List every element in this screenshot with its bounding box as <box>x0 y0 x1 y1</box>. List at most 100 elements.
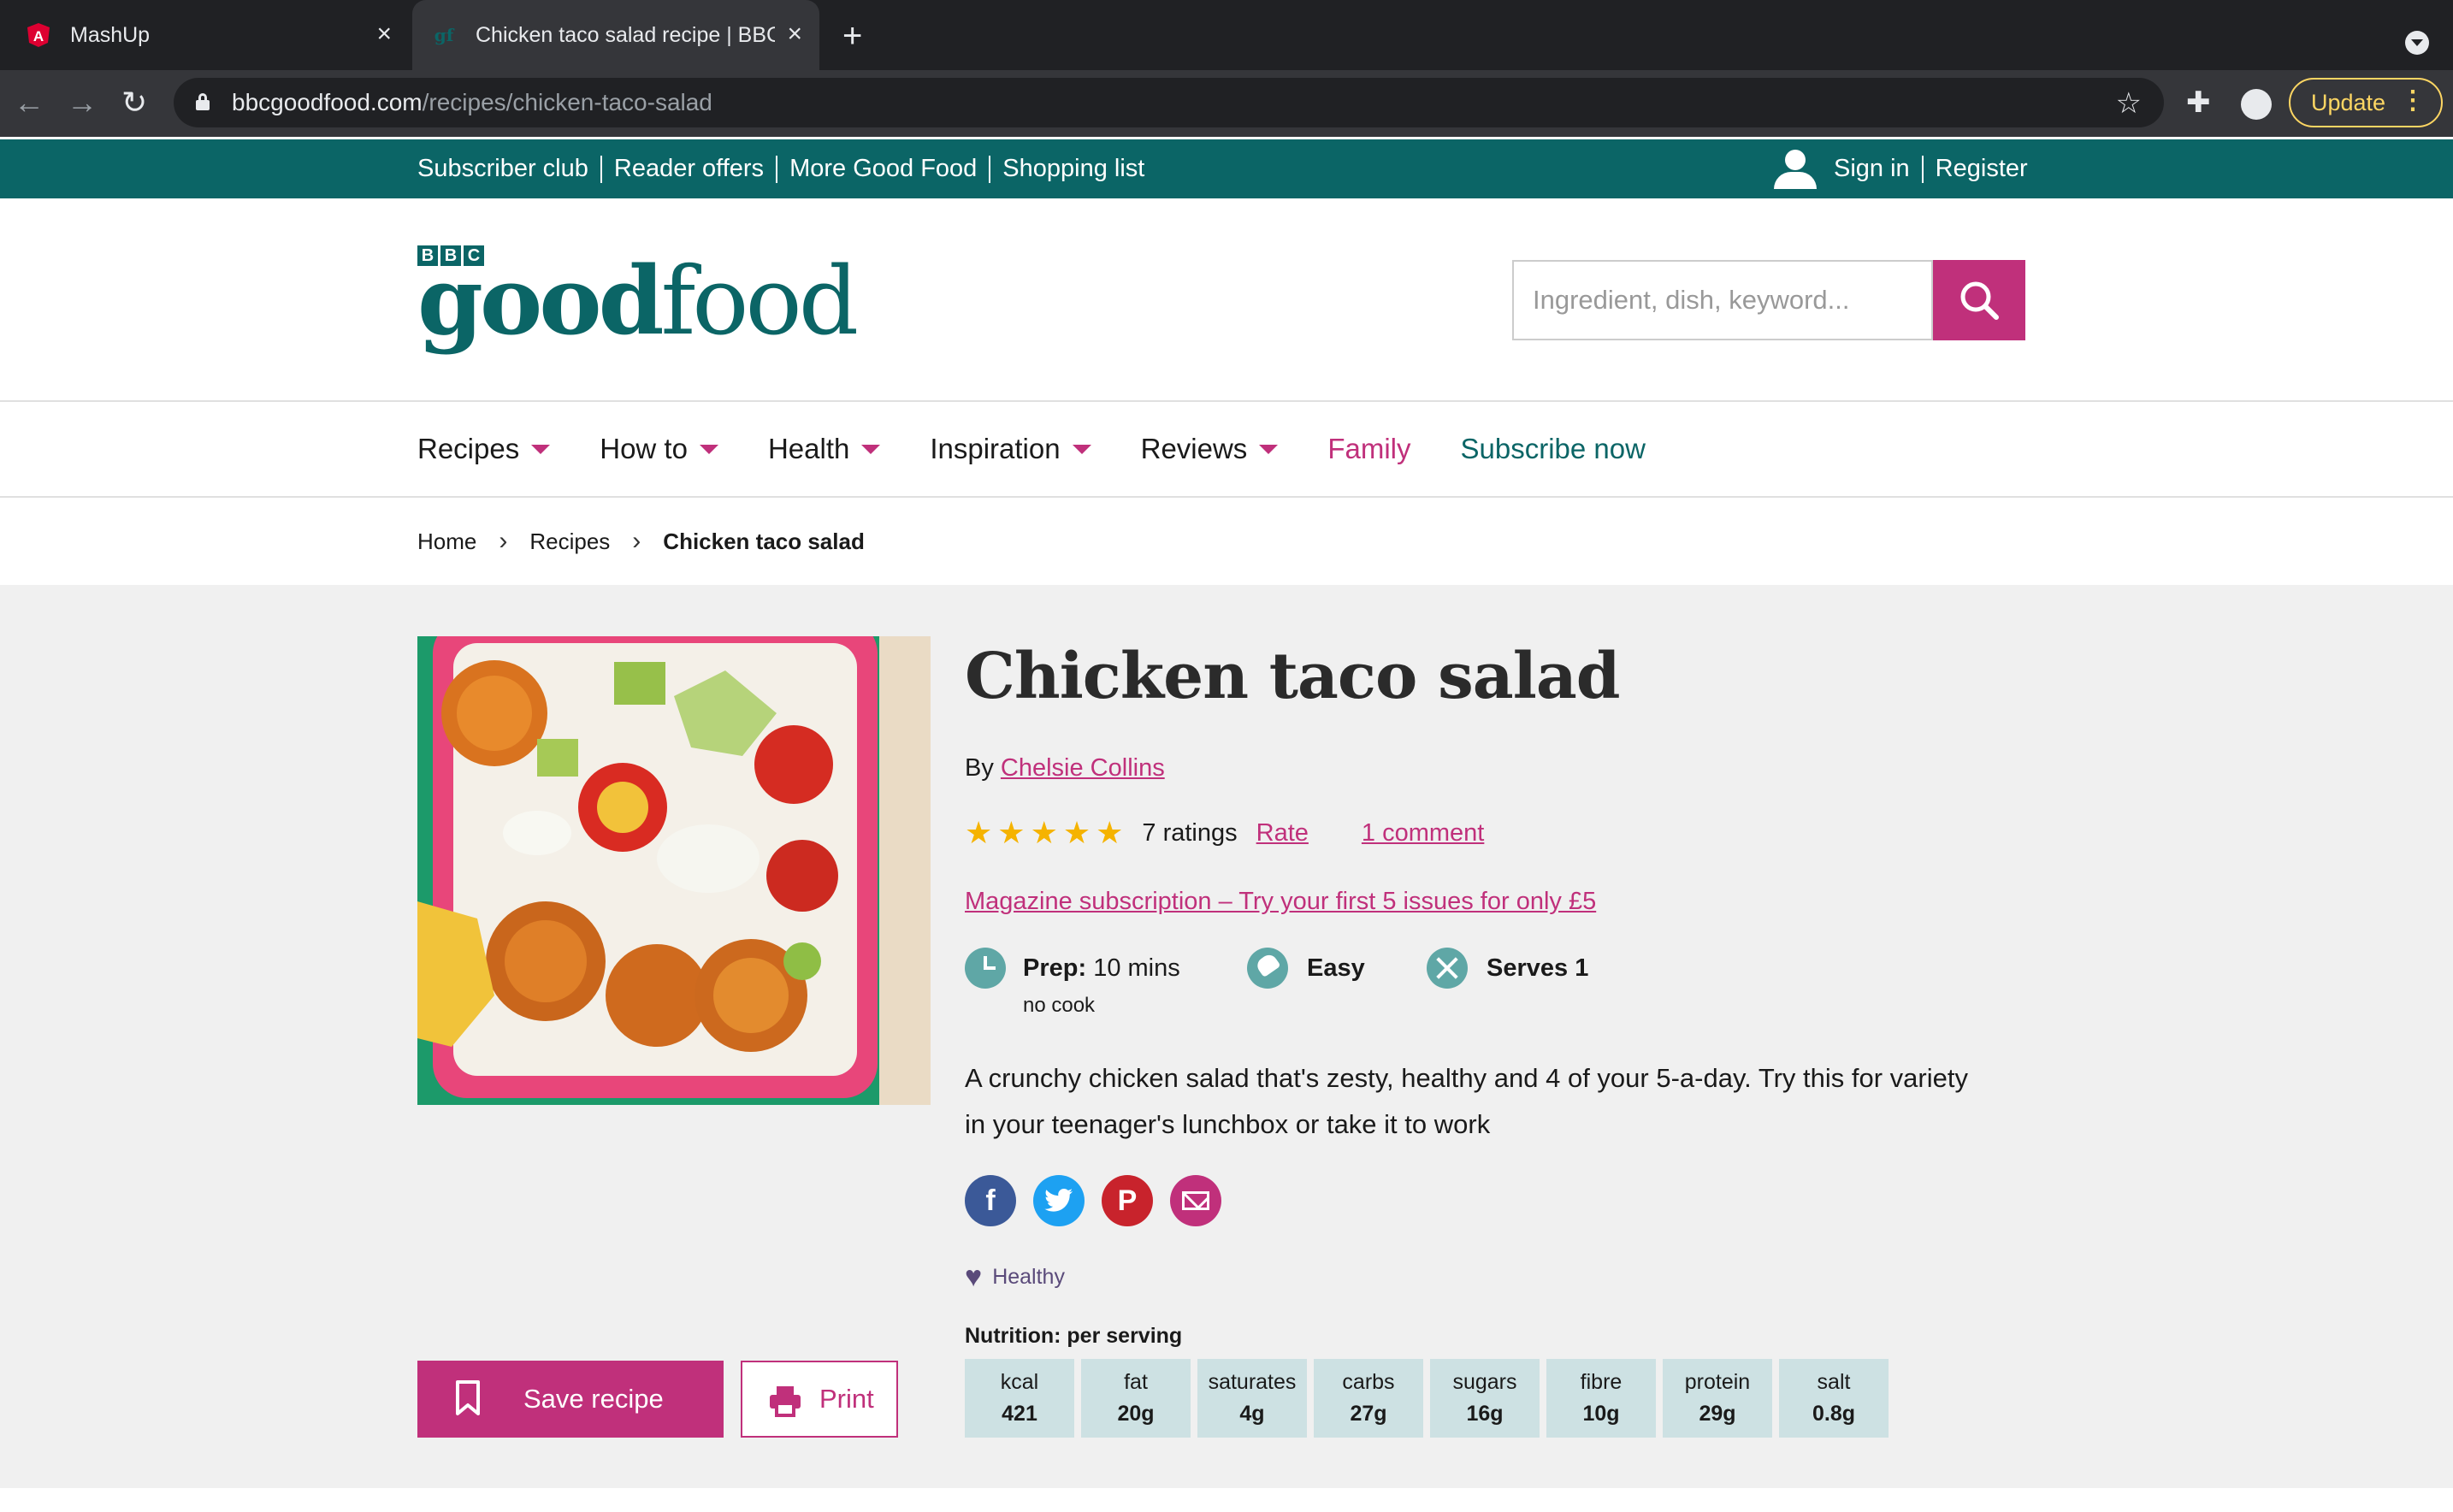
main-navigation: Recipes How to Health Inspiration Review… <box>0 402 2453 498</box>
nav-item-recipes[interactable]: Recipes <box>417 433 551 465</box>
tab-title: MashUp <box>70 22 151 47</box>
star-icon[interactable]: ★ <box>1063 818 1091 848</box>
star-icon[interactable]: ★ <box>965 818 992 848</box>
caret-down-icon <box>861 444 881 454</box>
profile-avatar-icon[interactable] <box>2241 89 2272 120</box>
update-button[interactable]: Update ⋮ <box>2289 78 2443 127</box>
nutrition-cell-carbs: carbs 27g <box>1314 1359 1423 1438</box>
serves: Serves 1 <box>1487 954 1588 983</box>
save-recipe-label: Save recipe <box>523 1384 664 1414</box>
rate-link[interactable]: Rate <box>1256 819 1309 848</box>
browser-tab-goodfood[interactable]: gf Chicken taco salad recipe | BBC × <box>412 0 819 70</box>
prep-note: no cook <box>1023 994 1096 1017</box>
reload-icon[interactable]: ↻ <box>121 84 147 121</box>
search-input[interactable]: Ingredient, dish, keyword... <box>1512 260 1933 340</box>
new-tab-plus-icon[interactable]: + <box>842 19 862 53</box>
angular-icon: A <box>26 22 51 48</box>
author-link[interactable]: Chelsie Collins <box>1001 754 1165 782</box>
magazine-subscription-link[interactable]: Magazine subscription – Try your first 5… <box>965 888 1596 916</box>
facebook-icon[interactable]: f <box>965 1175 1016 1226</box>
bbc-goodfood-logo[interactable]: B B C goodfood <box>417 245 859 348</box>
breadcrumb-home[interactable]: Home <box>417 529 476 555</box>
chevron-right-icon: › <box>632 527 641 555</box>
email-icon[interactable] <box>1170 1175 1221 1226</box>
nav-item-how-to[interactable]: How to <box>600 433 718 465</box>
tab-search-icon[interactable] <box>2405 31 2429 55</box>
nutrition-value: 16g <box>1466 1402 1504 1426</box>
nav-label: Reviews <box>1140 433 1248 464</box>
recipe-title: Chicken taco salad <box>965 640 1621 713</box>
healthy-tag[interactable]: ♥ Healthy <box>965 1262 1065 1291</box>
nutrition-cell-fibre: fibre 10g <box>1546 1359 1656 1438</box>
close-icon[interactable]: × <box>376 21 392 47</box>
register-link[interactable]: Register <box>1936 155 2028 183</box>
bookmark-icon <box>456 1380 480 1415</box>
star-icon[interactable]: ★ <box>997 818 1025 848</box>
recipe-hero-image <box>417 636 931 1105</box>
address-bar[interactable]: bbcgoodfood.com/recipes/chicken-taco-sal… <box>174 78 2164 127</box>
goodfood-icon: gf <box>434 25 454 45</box>
topbar-link-subscriber-club[interactable]: Subscriber club <box>417 155 588 183</box>
recipe-details: Chicken taco salad By Chelsie Collins ★ … <box>965 585 2060 1512</box>
recipe-description: A crunchy chicken salad that's zesty, he… <box>965 1063 1968 1139</box>
pinterest-icon[interactable]: P <box>1102 1175 1153 1226</box>
print-button[interactable]: Print <box>741 1361 898 1438</box>
nutrition-label: fibre <box>1580 1370 1623 1394</box>
caret-down-icon <box>531 444 551 454</box>
browser-tab-strip: A MashUp × gf Chicken taco salad recipe … <box>0 0 2453 70</box>
nutrition-label: fat <box>1124 1370 1148 1394</box>
nav-item-subscribe-now[interactable]: Subscribe now <box>1460 433 1645 465</box>
update-label: Update <box>2311 89 2386 115</box>
nav-item-reviews[interactable]: Reviews <box>1141 433 1279 465</box>
user-icon[interactable] <box>1774 149 1817 189</box>
nutrition-label: salt <box>1817 1370 1851 1394</box>
prep-value: 10 mins <box>1093 954 1180 982</box>
close-icon[interactable]: × <box>787 21 802 47</box>
search-button[interactable] <box>1933 260 2025 340</box>
nav-item-inspiration[interactable]: Inspiration <box>930 433 1091 465</box>
breadcrumb-recipes[interactable]: Recipes <box>529 529 610 555</box>
search-icon <box>1960 281 1999 320</box>
back-arrow-icon[interactable]: ← <box>14 84 44 121</box>
logo-wordmark: goodfood <box>417 254 859 349</box>
nutrition-cell-salt: salt 0.8g <box>1779 1359 1889 1438</box>
browser-tab-mashup[interactable]: A MashUp × <box>0 0 409 70</box>
recipe-meta: Prep: 10 mins no cook Easy Serves 1 <box>965 948 1735 1025</box>
nav-item-health[interactable]: Health <box>767 433 881 465</box>
nav-label: How to <box>600 433 688 464</box>
ratings-count: 7 ratings <box>1142 818 1238 847</box>
serves-value: Serves 1 <box>1487 954 1589 982</box>
topbar-link-shopping-list[interactable]: Shopping list <box>1002 155 1144 183</box>
nutrition-cell-saturates: saturates 4g <box>1197 1359 1307 1438</box>
comments-link[interactable]: 1 comment <box>1362 819 1484 848</box>
nav-label: Subscribe now <box>1460 433 1646 464</box>
nutrition-cell-protein: protein 29g <box>1663 1359 1772 1438</box>
url-path: /recipes/chicken-taco-salad <box>422 89 712 115</box>
nutrition-label: kcal <box>1000 1370 1039 1394</box>
nutrition-heading: Nutrition: per serving <box>965 1324 1183 1348</box>
nutrition-value: 29g <box>1699 1402 1736 1426</box>
nutrition-label: protein <box>1684 1370 1751 1394</box>
star-icon[interactable]: ★ <box>1096 818 1123 848</box>
logo-good: good <box>417 245 665 356</box>
nav-label: Inspiration <box>930 433 1061 464</box>
lock-icon <box>196 93 210 110</box>
nav-label: Health <box>767 433 850 464</box>
print-label: Print <box>819 1384 874 1414</box>
forward-arrow-icon[interactable]: → <box>67 84 98 121</box>
topbar-link-more-good-food[interactable]: More Good Food <box>789 155 977 183</box>
extensions-puzzle-icon[interactable]: ✚ <box>2186 86 2211 120</box>
nav-item-family[interactable]: Family <box>1327 433 1410 465</box>
save-recipe-button[interactable]: Save recipe <box>417 1361 724 1438</box>
divider <box>989 155 991 183</box>
nutrition-table: kcal 421 fat 20g saturates 4g carbs 27g suga… <box>965 1359 1889 1438</box>
star-icon[interactable]: ★ <box>1031 818 1058 848</box>
divider <box>776 155 778 183</box>
sign-in-link[interactable]: Sign in <box>1834 155 1910 183</box>
recipe-ratings: ★ ★ ★ ★ ★ 7 ratings Rate 1 comment <box>965 818 1484 848</box>
topbar-link-reader-offers[interactable]: Reader offers <box>614 155 764 183</box>
clock-icon <box>965 948 1006 989</box>
twitter-icon[interactable] <box>1033 1175 1085 1226</box>
bookmark-star-icon[interactable]: ☆ <box>2116 86 2142 121</box>
account-links: Sign in Register <box>1774 139 2028 198</box>
